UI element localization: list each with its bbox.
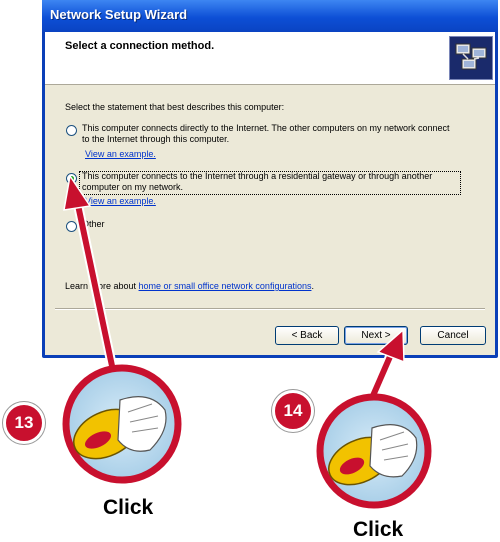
callout-arrow-13 xyxy=(63,174,120,382)
mouse-click-hand-icon xyxy=(62,364,182,484)
callout-overlay xyxy=(62,174,432,509)
step-14-badge: 14 xyxy=(272,390,314,432)
click-label-14: Click xyxy=(353,518,404,541)
click-label-13: Click xyxy=(103,496,154,519)
mouse-click-hand-icon-2 xyxy=(316,393,432,509)
callout-arrow-14 xyxy=(367,328,405,400)
step-13-badge: 13 xyxy=(3,402,45,444)
